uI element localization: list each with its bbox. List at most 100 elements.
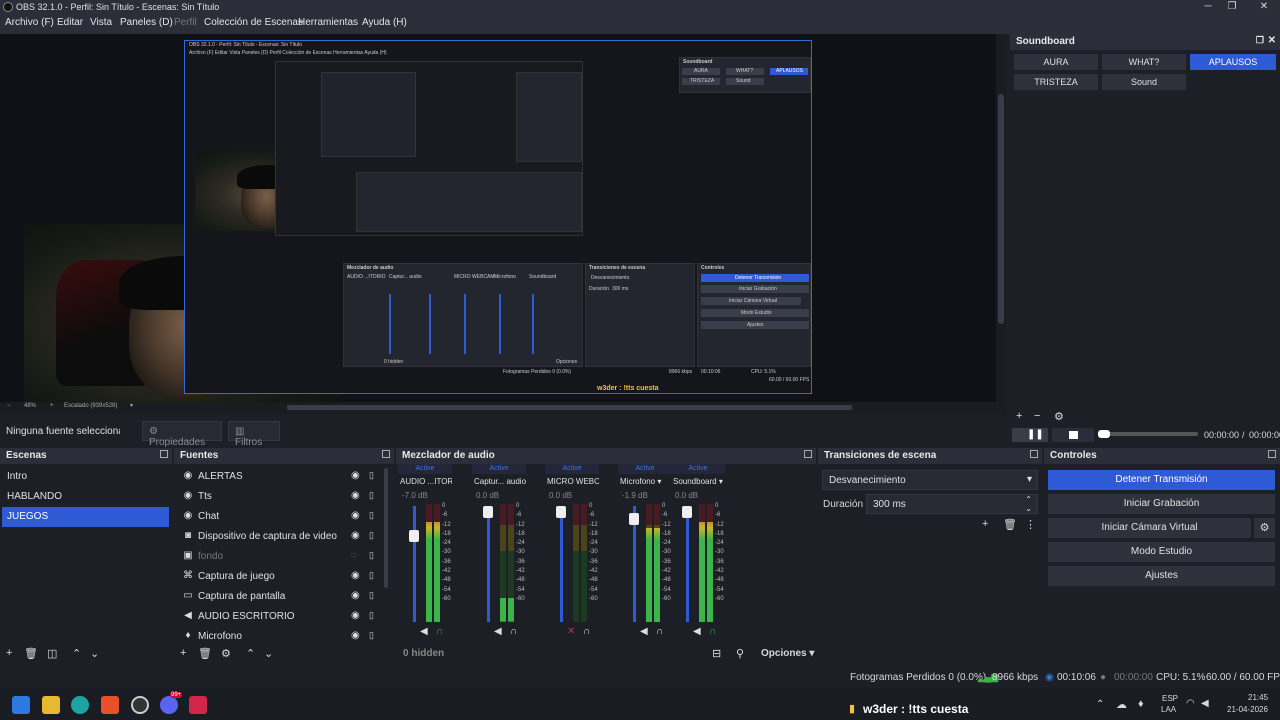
sources-scrollbar[interactable] (384, 468, 388, 588)
source-item[interactable]: ◀ AUDIO ESCRITORIO ◉ ▯ (176, 607, 383, 627)
stop-button[interactable] (1052, 428, 1094, 442)
menu-file[interactable]: Archivo (F) (5, 17, 54, 28)
start-recording-button[interactable]: Iniciar Grabación (1048, 494, 1275, 514)
source-item[interactable]: ▭ Captura de pantalla ◉ ▯ (176, 587, 383, 607)
channel-name[interactable]: MICRO WEBCAM ▾ (547, 477, 599, 486)
remove-source-icon[interactable]: 🗑 (198, 647, 212, 660)
menu-tools[interactable]: Herramientas (298, 17, 358, 28)
fader-knob[interactable] (682, 506, 692, 518)
fader-knob[interactable] (483, 506, 493, 518)
volume-fader[interactable] (487, 506, 490, 622)
menu-view[interactable]: Vista (90, 17, 112, 28)
start-virtual-camera-button[interactable]: Iniciar Cámara Virtual (1048, 518, 1251, 538)
discord-icon[interactable] (160, 696, 178, 714)
scene-hablando[interactable]: HABLANDO (2, 487, 169, 507)
vcam-settings-gear-icon[interactable]: ⚙ (1254, 518, 1275, 538)
filters-button[interactable]: ▥ Filtros (228, 421, 280, 448)
menu-help[interactable]: Ayuda (H) (362, 17, 407, 28)
source-item[interactable]: ▣ fondo ◌ ▯ (176, 547, 383, 567)
lock-icon[interactable]: ▯ (369, 630, 374, 641)
volume-fader[interactable] (686, 506, 689, 622)
eye-icon[interactable]: ◉ (351, 490, 360, 501)
zoom-in-button[interactable]: + (50, 403, 54, 409)
source-down-icon[interactable]: ⌄ (264, 647, 273, 660)
edge-icon[interactable] (71, 696, 89, 714)
fader-knob[interactable] (556, 506, 566, 518)
seek-slider[interactable] (1098, 430, 1198, 438)
scene-juegos[interactable]: JUEGOS (2, 507, 169, 527)
sound-aplausos-button[interactable]: APLAUSOS (1190, 54, 1276, 70)
speaker-icon[interactable]: ◀ (420, 626, 428, 637)
streamlabs-icon[interactable] (189, 696, 207, 714)
lock-icon[interactable]: ▯ (369, 530, 374, 541)
eye-icon[interactable]: ◉ (351, 570, 360, 581)
headphones-monitor-icon[interactable]: ∩ (436, 626, 443, 637)
lock-icon[interactable]: ▯ (369, 610, 374, 621)
speaker-icon[interactable]: ◀ (640, 626, 648, 637)
scale-dropdown-icon[interactable]: ▾ (130, 402, 133, 409)
menu-profile[interactable]: Perfil (174, 17, 197, 28)
settings-button[interactable]: Ajustes (1048, 566, 1275, 586)
speaker-icon[interactable]: ◀ (693, 626, 701, 637)
clock-date[interactable]: 21-04-2026 (1227, 705, 1268, 714)
channel-name[interactable]: AUDIO ...ITORIO ▾ (400, 477, 452, 486)
channel-name[interactable]: Microfono ▾ (620, 477, 672, 486)
maximize-button[interactable]: ❐ (1224, 0, 1240, 14)
undock-icon[interactable]: ❐ (1256, 35, 1264, 46)
remove-transition-icon[interactable]: 🗑 (1003, 518, 1017, 531)
lock-icon[interactable]: ▯ (369, 510, 374, 521)
tray-expand-icon[interactable]: ⌃ (1096, 699, 1104, 710)
duration-spinbox[interactable]: 300 ms ⌃ ⌄ (866, 494, 1038, 514)
menu-scene-collection[interactable]: Colección de Escenas (204, 17, 303, 28)
transition-select[interactable]: Desvanecimiento ▾ (822, 470, 1038, 490)
stop-stream-button[interactable]: Detener Transmisión (1048, 470, 1275, 490)
source-item[interactable]: ◉ Tts ◉ ▯ (176, 487, 383, 507)
eye-icon[interactable]: ◉ (351, 470, 360, 481)
sound-tristeza-button[interactable]: TRISTEZA (1014, 74, 1098, 90)
studio-mode-button[interactable]: Modo Estudio (1048, 542, 1275, 562)
mixer-layout-icon[interactable]: ⊟ (712, 647, 721, 660)
sound-aura-button[interactable]: AURA (1014, 54, 1098, 70)
channel-name[interactable]: Soundboard ▾ (673, 477, 725, 486)
eye-icon[interactable]: ◉ (351, 530, 360, 541)
lock-icon[interactable]: ▯ (369, 470, 374, 481)
eye-icon[interactable]: ◉ (351, 630, 360, 641)
layout-label[interactable]: LAA (1161, 705, 1176, 714)
transition-menu-icon[interactable]: ⋮ (1025, 518, 1036, 531)
preview-canvas[interactable]: OBS 32.1.0 - Perfil: Sin Título - Escena… (0, 34, 1006, 402)
move-up-icon[interactable]: ⌃ (72, 647, 81, 660)
remove-scene-icon[interactable]: 🗑 (24, 647, 38, 660)
lock-icon[interactable]: ▯ (369, 590, 374, 601)
language-label[interactable]: ESP (1162, 694, 1178, 703)
sound-sound-button[interactable]: Sound (1102, 74, 1186, 90)
minimize-button[interactable]: ─ (1200, 0, 1216, 14)
zoom-out-button[interactable]: − (7, 403, 11, 409)
headphones-monitor-icon[interactable]: ∩ (656, 626, 663, 637)
preview-horizontal-scrollbar[interactable] (287, 405, 852, 410)
preview-vertical-scrollbar[interactable] (996, 34, 1006, 402)
source-item[interactable]: ◉ ALERTAS ◉ ▯ (176, 467, 383, 487)
fader-knob[interactable] (629, 513, 639, 526)
eye-icon[interactable]: ◉ (351, 590, 360, 601)
mic-tray-icon[interactable]: ♦ (1138, 698, 1144, 710)
close-button[interactable]: ✕ (1256, 0, 1272, 14)
close-dock-icon[interactable]: ✕ (1268, 35, 1276, 46)
lock-icon[interactable]: ▯ (369, 490, 374, 501)
clock-time[interactable]: 21:45 (1248, 693, 1268, 702)
sound-what-button[interactable]: WHAT? (1102, 54, 1186, 70)
headphones-monitor-icon[interactable]: ∩ (709, 626, 716, 637)
source-item[interactable]: ◙ Dispositivo de captura de video ◉ ▯ (176, 527, 383, 547)
wifi-icon[interactable]: ◠ (1186, 698, 1195, 709)
eye-icon[interactable]: ◉ (351, 510, 360, 521)
volume-fader[interactable] (413, 506, 416, 622)
windows-start-icon[interactable] (12, 696, 30, 714)
speaker-icon[interactable]: ◀ (494, 626, 502, 637)
source-item[interactable]: ⌘ Captura de juego ◉ ▯ (176, 567, 383, 587)
source-up-icon[interactable]: ⌃ (246, 647, 255, 660)
headphones-monitor-icon[interactable]: ∩ (510, 626, 517, 637)
scene-filters-icon[interactable]: ◫ (47, 647, 57, 660)
volume-icon[interactable]: ◀ (1201, 698, 1209, 709)
add-transition-icon[interactable]: + (982, 518, 988, 530)
source-item[interactable]: ◉ Chat ◉ ▯ (176, 507, 383, 527)
brave-icon[interactable] (101, 696, 119, 714)
